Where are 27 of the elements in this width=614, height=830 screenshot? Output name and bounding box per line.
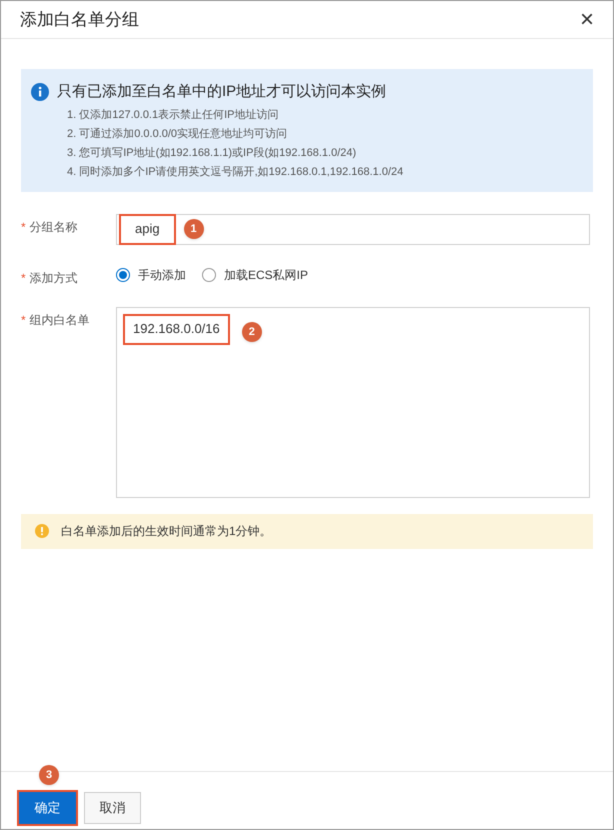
- close-button[interactable]: ×: [580, 8, 594, 32]
- required-mark: *: [21, 218, 26, 236]
- field-label: 组内白名单: [30, 312, 90, 328]
- field-label: 添加方式: [30, 270, 78, 286]
- step-badge: 1: [184, 219, 204, 239]
- info-text: 1. 仅添加127.0.0.1表示禁止任何IP地址访问: [66, 108, 280, 122]
- info-text: 4. 同时添加多个IP请使用英文逗号隔开,如192.168.0.1,192.168.1.0/24: [66, 164, 404, 180]
- radio-option[interactable]: 手动添加: [116, 266, 186, 284]
- field-label: 分组名称: [30, 218, 78, 236]
- dialog-button[interactable]: 确定: [19, 792, 76, 824]
- info-heading: 只有已添加至白名单中的IP地址才可以访问本实例: [57, 82, 386, 102]
- step-badge: 2: [242, 322, 262, 342]
- radio-option[interactable]: 加载ECS私网IP: [202, 266, 308, 284]
- textarea-field[interactable]: 192.168.0.0/16 2: [116, 306, 590, 498]
- info-text: 3. 您可填写IP地址(如192.168.1.1)或IP段(如192.168.1.0/24): [66, 146, 358, 160]
- info-icon: [31, 83, 49, 102]
- dialog-button[interactable]: 取消: [84, 792, 141, 824]
- step-badge: 3: [39, 765, 59, 786]
- required-mark: *: [21, 312, 26, 328]
- field-value: apig: [119, 214, 176, 244]
- input-field[interactable]: apig 1: [116, 214, 590, 244]
- info-text: 2. 可通过添加0.0.0.0/0实现任意地址均可访问: [66, 126, 288, 142]
- field-value: 192.168.0.0/16: [123, 314, 230, 344]
- notice-text: 白名单添加后的生效时间通常为1分钟。: [61, 523, 272, 540]
- warning-icon: [35, 524, 49, 538]
- required-mark: *: [21, 270, 26, 286]
- dialog-title: 添加白名单分组: [20, 8, 139, 31]
